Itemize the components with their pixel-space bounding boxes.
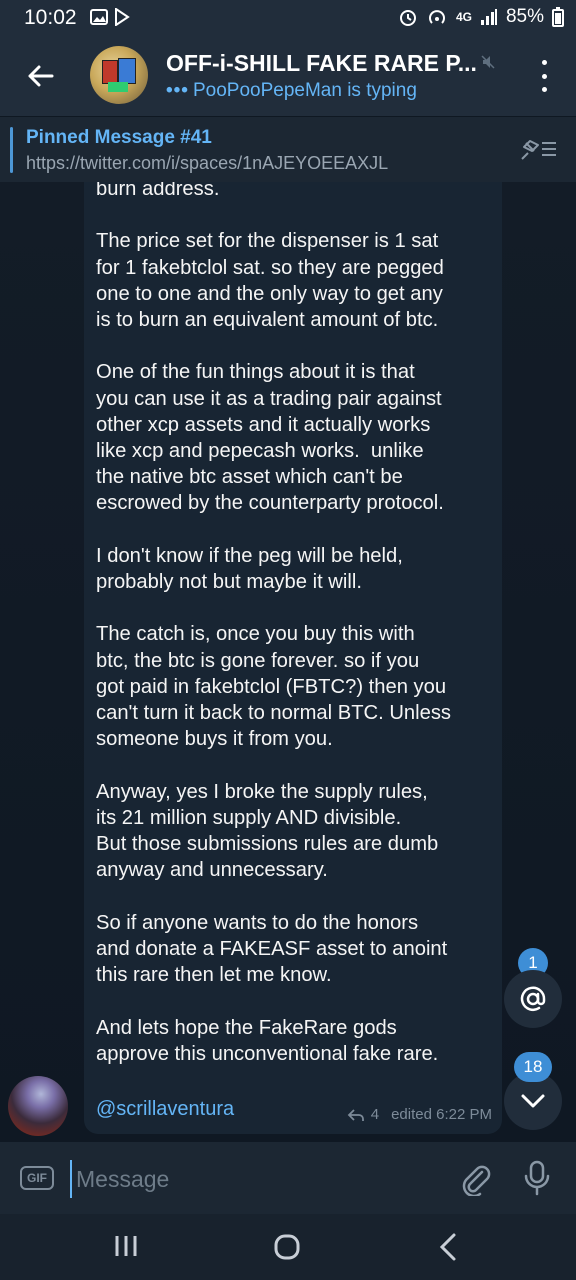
jump-to-mention-button[interactable]: [504, 970, 562, 1028]
mention-link[interactable]: @scrillaventura: [96, 1098, 234, 1121]
system-back-button[interactable]: [436, 1232, 460, 1267]
pinned-indicator: [10, 127, 13, 173]
group-avatar[interactable]: [90, 46, 148, 104]
message-meta: 4 edited 6:22 PM: [347, 1106, 492, 1123]
recent-apps-button[interactable]: [112, 1234, 140, 1263]
chat-title[interactable]: OFF-i-SHILL FAKE RARE P...: [166, 50, 477, 77]
gif-button[interactable]: GIF: [20, 1166, 54, 1190]
signal-icon: [480, 9, 497, 25]
paperclip-icon: [462, 1165, 491, 1198]
unread-count-badge: 18: [514, 1052, 552, 1082]
pinned-list-button[interactable]: [518, 135, 558, 168]
pinned-text: https://twitter.com/i/spaces/1nAJEYOEEAX…: [26, 153, 389, 173]
dot-icon: [541, 87, 547, 92]
network-type: 4G: [455, 10, 472, 24]
typing-indicator: ••• PooPooPepeMan is typing: [166, 80, 417, 102]
more-options-button[interactable]: [532, 60, 556, 92]
play-store-icon: [115, 8, 130, 26]
arrow-left-icon: [28, 65, 54, 87]
message-input-bar: GIF: [0, 1142, 576, 1214]
pinned-message-bar[interactable]: Pinned Message #41 https://twitter.com/i…: [0, 116, 576, 183]
message-input[interactable]: [70, 1160, 446, 1198]
recent-apps-icon: [115, 1236, 137, 1256]
message-bubble[interactable]: burn address. The price set for the disp…: [84, 182, 502, 1134]
status-time: 10:02: [24, 6, 77, 29]
microphone-icon: [524, 1160, 550, 1196]
status-right-icons: 4G 85%: [398, 6, 564, 28]
message-text: burn address. The price set for the disp…: [96, 182, 452, 1065]
hotspot-icon: [429, 10, 445, 24]
battery-percent: 85%: [505, 6, 544, 27]
chat-area[interactable]: burn address. The price set for the disp…: [0, 182, 576, 1142]
chevron-left-icon: [439, 1233, 456, 1261]
typing-text: PooPooPepeMan is typing: [192, 80, 417, 101]
sender-avatar[interactable]: [8, 1076, 68, 1136]
battery-icon: [552, 7, 564, 27]
back-button[interactable]: [20, 56, 60, 96]
mute-icon: [481, 55, 495, 69]
pinned-title: Pinned Message #41: [26, 127, 212, 148]
dot-icon: [541, 73, 547, 79]
status-notification-icons: [90, 8, 130, 26]
reply-icon: [347, 1108, 364, 1121]
home-button[interactable]: [272, 1232, 302, 1267]
voice-message-button[interactable]: [522, 1160, 552, 1201]
attach-button[interactable]: [458, 1162, 492, 1201]
at-sign-icon: [520, 986, 546, 1011]
typing-dots: •••: [166, 80, 189, 101]
alarm-icon: [399, 10, 416, 26]
home-icon: [274, 1234, 300, 1260]
chat-header: OFF-i-SHILL FAKE RARE P... ••• PooPooPepe…: [0, 36, 576, 116]
chevron-down-icon: [521, 1094, 545, 1108]
gallery-icon: [90, 9, 108, 25]
pin-list-icon: [521, 140, 556, 160]
status-bar: 10:02 4G 85%: [0, 0, 576, 36]
dot-icon: [541, 60, 547, 65]
edited-time: edited 6:22 PM: [391, 1106, 492, 1123]
system-nav-bar: [0, 1214, 576, 1280]
reply-count: 4: [370, 1106, 380, 1123]
